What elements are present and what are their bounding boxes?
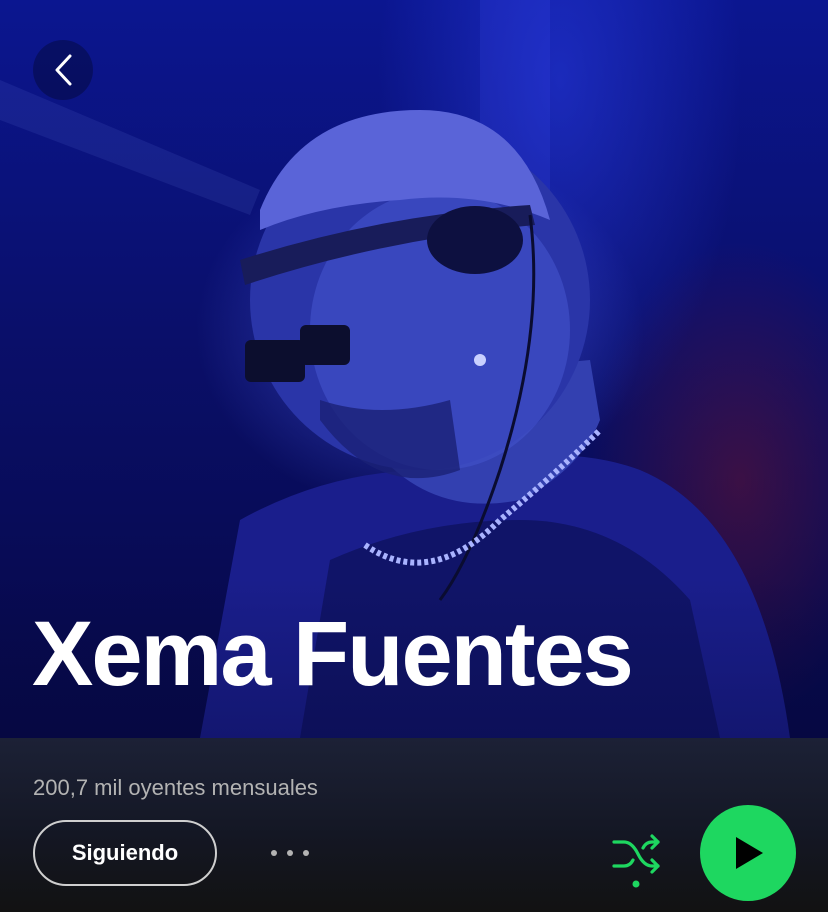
- chevron-left-icon: [55, 54, 72, 86]
- shuffle-button[interactable]: [608, 828, 666, 890]
- monthly-listeners: 200,7 mil oyentes mensuales: [33, 775, 318, 800]
- play-button[interactable]: [700, 805, 796, 901]
- back-button[interactable]: [33, 40, 93, 100]
- play-icon: [736, 837, 763, 869]
- more-dot-icon: [287, 850, 293, 856]
- shuffle-icon: [612, 834, 660, 888]
- more-dot-icon: [303, 850, 309, 856]
- follow-button[interactable]: Siguiendo: [33, 820, 217, 886]
- more-dot-icon: [271, 850, 277, 856]
- more-options-button[interactable]: [264, 838, 316, 868]
- artist-name: Xema Fuentes: [32, 603, 634, 705]
